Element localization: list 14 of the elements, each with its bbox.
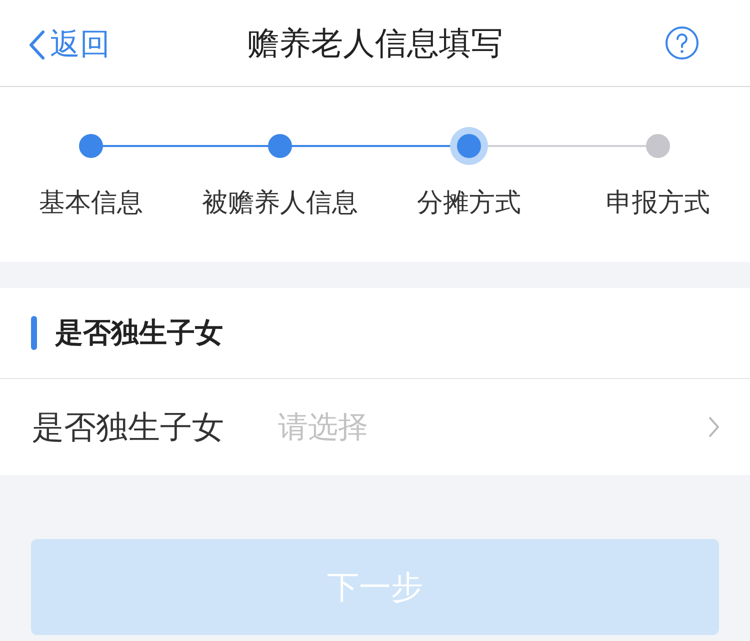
select-placeholder: 请选择: [278, 408, 369, 446]
back-button[interactable]: 返回: [28, 22, 110, 67]
chevron-right-icon: [708, 416, 720, 438]
back-chevron-icon: [28, 28, 46, 60]
help-icon[interactable]: [665, 26, 699, 60]
step-label: 申报方式: [606, 187, 710, 220]
step-label: 基本信息: [39, 187, 143, 220]
section-title: 是否独生子女: [55, 315, 223, 351]
row-label: 是否独生子女: [32, 407, 225, 448]
step-label: 被赡养人信息: [202, 187, 358, 220]
step-label: 分摊方式: [417, 187, 521, 220]
section-marker: [31, 316, 37, 350]
select-row[interactable]: 是否独生子女 请选择: [0, 379, 750, 475]
page-title: 赡养老人信息填写: [247, 23, 503, 64]
